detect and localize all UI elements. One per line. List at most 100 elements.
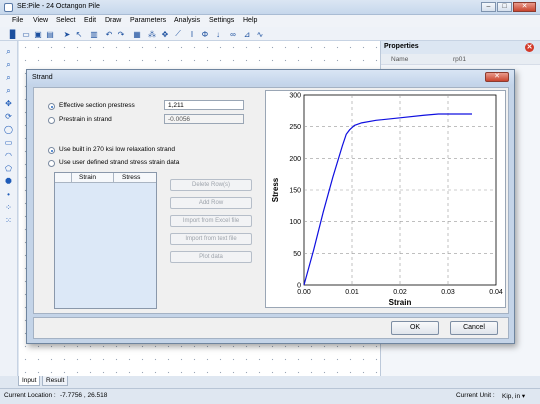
move-icon[interactable]: ✥ (160, 29, 170, 39)
menu-file[interactable]: File (12, 17, 23, 24)
rotate-icon[interactable]: ⟳ (3, 111, 14, 122)
cancel-button[interactable]: Cancel (450, 321, 498, 335)
pan-icon[interactable]: ✥ (3, 98, 14, 109)
strain-stress-grid[interactable]: Strain Stress (54, 172, 157, 309)
bar-grid-icon[interactable]: ⁙ (3, 215, 14, 226)
point-icon[interactable]: • (3, 189, 14, 200)
menu-parameters[interactable]: Parameters (130, 17, 166, 24)
zoom-fit-icon[interactable]: ⌕ (3, 85, 14, 96)
properties-row[interactable]: Name rp01 (381, 54, 540, 65)
zoom-window-icon[interactable]: ⌕ (3, 72, 14, 83)
menu-view[interactable]: View (33, 17, 48, 24)
y-tick-label: 100 (289, 219, 301, 226)
properties-title-bar: Properties ✕ (381, 41, 540, 54)
menu-edit[interactable]: Edit (84, 17, 96, 24)
prestrain-label: Prestrain in strand (59, 116, 112, 123)
window-title: SE:Pile - 24 Octangon Pile (17, 3, 100, 10)
dialog-title-bar: Strand ✕ (27, 70, 514, 85)
builtin-strand-radio[interactable] (48, 147, 55, 154)
down-arrow-icon[interactable]: ↓ (213, 29, 223, 39)
x-tick-label: 0.00 (297, 289, 311, 296)
circle-icon[interactable]: ◯ (3, 124, 14, 135)
link-icon[interactable]: ∞ (228, 29, 238, 39)
prestrain-input[interactable]: -0.0056 (164, 114, 244, 124)
view-tabs: Input Result (18, 376, 540, 386)
grid-header: Strain Stress (55, 173, 156, 183)
zoom-out-icon[interactable]: ⌕ (3, 59, 14, 70)
open-icon[interactable]: ▭ (21, 29, 31, 39)
userdefined-strand-radio[interactable] (48, 160, 55, 167)
y-tick-label: 300 (289, 93, 301, 100)
polygon-icon[interactable]: ⬠ (3, 163, 14, 174)
menu-draw[interactable]: Draw (105, 17, 121, 24)
y-axis-label: Stress (271, 177, 280, 202)
maximize-button[interactable]: □ (497, 2, 512, 12)
menu-analysis[interactable]: Analysis (174, 17, 200, 24)
app-icon (4, 3, 13, 12)
rectangle-icon[interactable]: ▭ (3, 137, 14, 148)
add-row-button[interactable]: Add Row (170, 197, 252, 209)
line-icon[interactable]: ⟋ (173, 29, 183, 39)
unit-dropdown[interactable]: Kip, in ▾ (502, 392, 525, 400)
phi-icon[interactable]: Φ (200, 29, 210, 39)
toolbar: ▉ ▭ ▣ ▤ ➤ ↖ ▥ ↶ ↷ ▦ ⁂ ✥ ⟋ I Φ ↓ ∞ ⊿ ∿ (0, 27, 540, 41)
tab-result[interactable]: Result (42, 376, 69, 386)
save-icon[interactable]: ▣ (33, 29, 43, 39)
properties-name-value: rp01 (453, 56, 467, 63)
import-text-button[interactable]: Import from text file (170, 233, 252, 245)
delete-icon[interactable]: ▥ (89, 29, 99, 39)
x-tick-label: 0.02 (393, 289, 407, 296)
dialog-footer: OK Cancel (33, 317, 509, 339)
y-tick-label: 250 (289, 124, 301, 131)
location-label: Current Location : (4, 392, 56, 399)
x-tick-label: 0.03 (441, 289, 455, 296)
menu-settings[interactable]: Settings (209, 17, 234, 24)
prestrain-radio[interactable] (48, 117, 55, 124)
effective-prestress-radio[interactable] (48, 103, 55, 110)
select-arrow-icon[interactable]: ↖ (74, 29, 84, 39)
tab-input[interactable]: Input (18, 376, 41, 386)
plot-data-button[interactable]: Plot data (170, 251, 252, 263)
minimize-button[interactable]: – (481, 2, 496, 12)
octagon-icon[interactable]: ⯃ (3, 176, 14, 187)
dialog-close-button[interactable]: ✕ (485, 72, 509, 82)
properties-close-icon[interactable]: ✕ (525, 43, 534, 52)
dialog-title: Strand (32, 74, 53, 81)
print-icon[interactable]: ▤ (45, 29, 55, 39)
bar-circle-icon[interactable]: ⁘ (3, 202, 14, 213)
close-button[interactable]: ✕ (513, 2, 536, 12)
properties-title: Properties (384, 43, 419, 50)
properties-name-label: Name (391, 56, 409, 63)
redo-icon[interactable]: ↷ (116, 29, 126, 39)
dimension-icon[interactable]: I (187, 29, 197, 39)
grid-col-strain[interactable]: Strain (79, 174, 96, 181)
status-bar: Current Location : -7.7756 , 26.518 Curr… (0, 388, 540, 404)
delete-rows-button[interactable]: Delete Row(s) (170, 179, 252, 191)
y-tick-label: 150 (289, 188, 301, 195)
chart-icon[interactable]: ⊿ (242, 29, 252, 39)
grid-col-stress[interactable]: Stress (122, 174, 140, 181)
y-tick-label: 0 (297, 283, 301, 290)
ok-button[interactable]: OK (391, 321, 439, 335)
undo-icon[interactable]: ↶ (104, 29, 114, 39)
strand-dialog: Strand ✕ Effective section prestress 1,2… (26, 69, 515, 344)
y-tick-label: 200 (289, 156, 301, 163)
section-icon[interactable]: ▦ (132, 29, 142, 39)
node-icon[interactable]: ⁂ (147, 29, 157, 39)
menu-select[interactable]: Select (56, 17, 75, 24)
window-title-bar: SE:Pile - 24 Octangon Pile – □ ✕ (0, 0, 540, 15)
zoom-in-icon[interactable]: ⌕ (3, 46, 14, 57)
builtin-strand-label: Use built in 270 ksi low relaxation stra… (59, 146, 175, 153)
import-excel-button[interactable]: Import from Excel file (170, 215, 252, 227)
chart-svg: 0.00 0.01 0.02 0.03 0.04 0 50 100 150 200 250 300 St… (271, 93, 503, 308)
left-toolbar: ⌕ ⌕ ⌕ ⌕ ✥ ⟳ ◯ ▭ ◠ ⬠ ⯃ • ⁘ ⁙ (0, 41, 18, 376)
effective-prestress-input[interactable]: 1,211 (164, 100, 244, 110)
pointer-icon[interactable]: ➤ (62, 29, 72, 39)
menu-bar: File View Select Edit Draw Parameters An… (0, 15, 540, 27)
graph-icon[interactable]: ∿ (255, 29, 265, 39)
stress-strain-chart: 0.00 0.01 0.02 0.03 0.04 0 50 100 150 200 250 300 St… (265, 90, 506, 308)
arc-icon[interactable]: ◠ (3, 150, 14, 161)
new-icon[interactable]: ▉ (8, 29, 18, 39)
dialog-body: Effective section prestress 1,211 Prestr… (33, 87, 509, 314)
menu-help[interactable]: Help (243, 17, 257, 24)
